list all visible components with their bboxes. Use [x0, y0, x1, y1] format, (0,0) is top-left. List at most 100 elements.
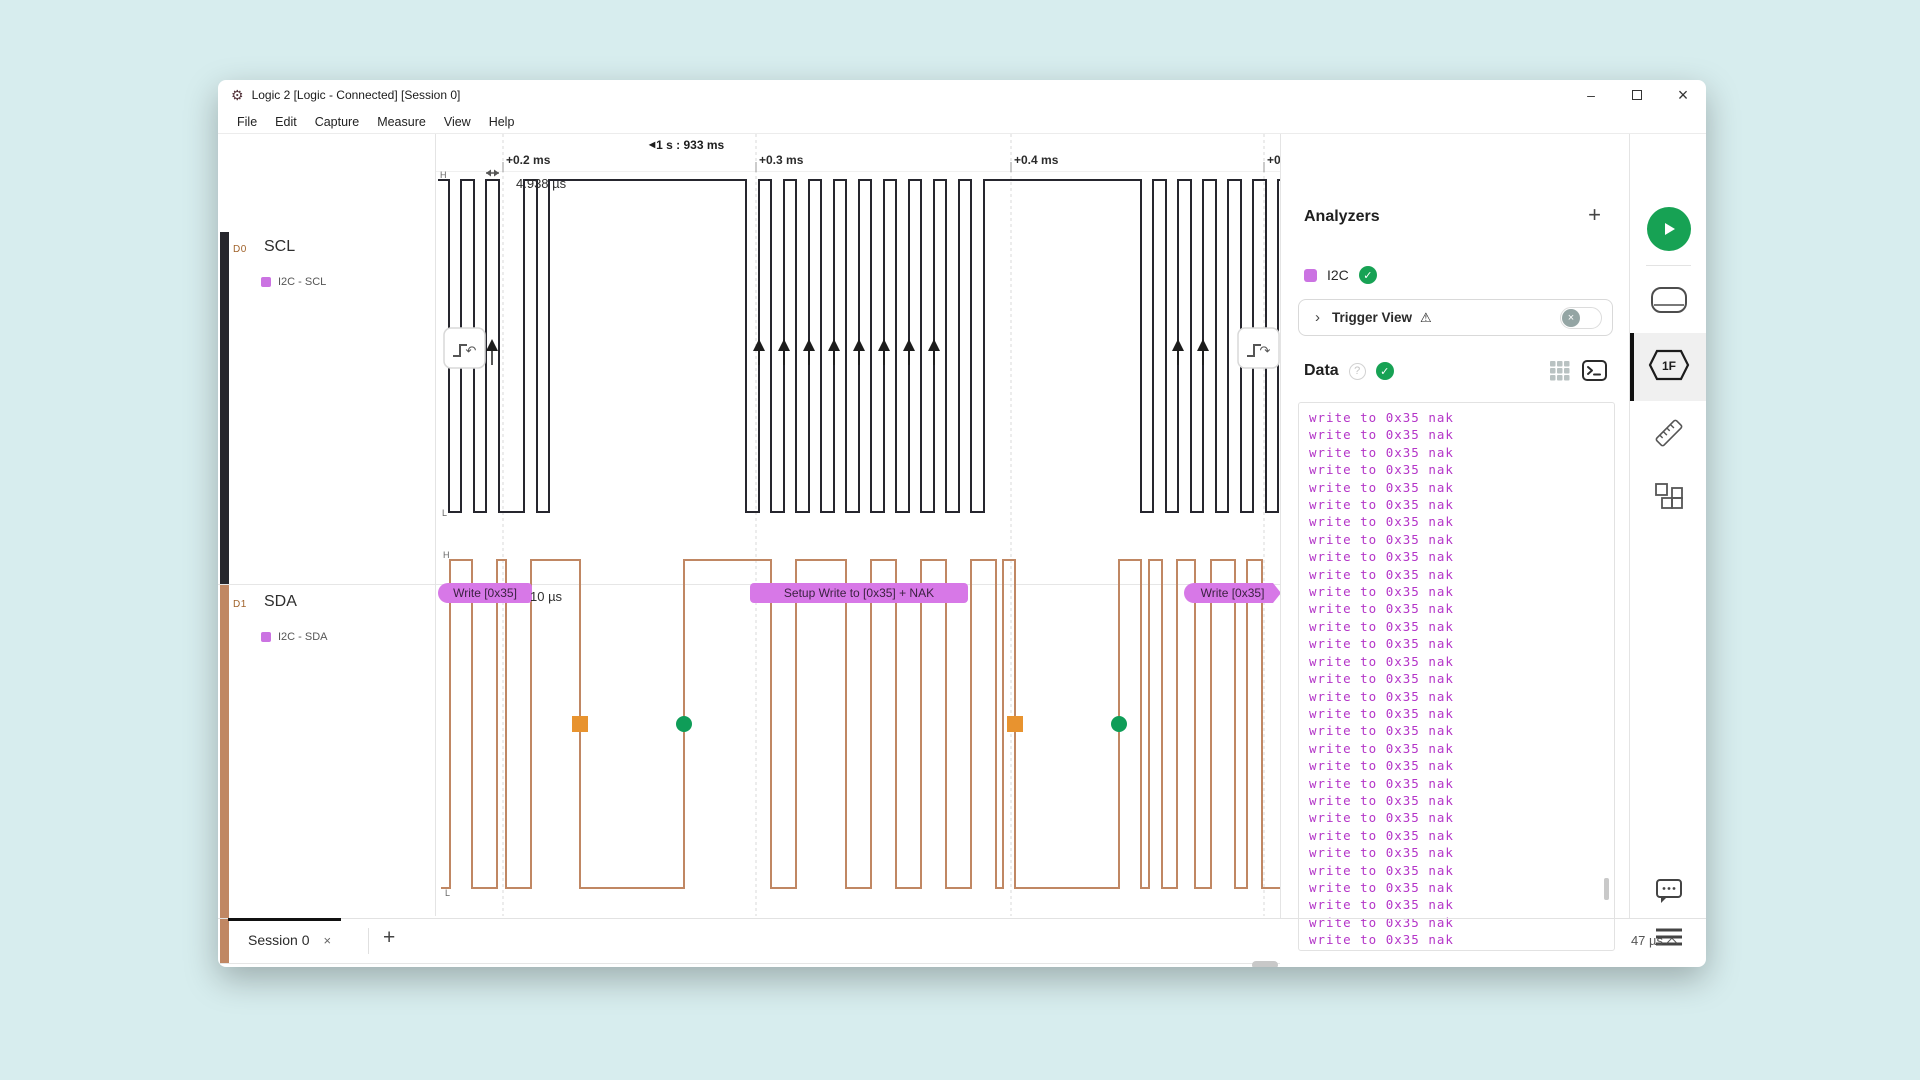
close-tab-icon[interactable]: × — [323, 933, 331, 948]
device-icon[interactable] — [1650, 284, 1688, 314]
channel-labels-column: D0 SCL I2C - SCL D1 SDA I2C - SDA — [218, 134, 435, 918]
warning-icon: ⚠ — [1420, 310, 1432, 326]
capture-duration-control[interactable]: 47 µs — [1631, 933, 1678, 948]
menu-item-edit[interactable]: Edit — [266, 115, 306, 129]
analyzer-color-icon — [1304, 269, 1317, 282]
data-row: write to 0x35 nak — [1309, 705, 1614, 722]
main-content: D0 SCL I2C - SCL D1 SDA I2C - SDA ‹ — [218, 134, 1706, 918]
session-tab-bar: Session 0 × + 47 µs — [218, 918, 1706, 967]
feedback-chat-icon[interactable] — [1653, 876, 1685, 906]
clock-edge-arrow-icon — [853, 339, 865, 351]
menu-item-capture[interactable]: Capture — [306, 115, 368, 129]
data-row: write to 0x35 nak — [1309, 809, 1614, 826]
data-row: write to 0x35 nak — [1309, 618, 1614, 635]
table-view-icon[interactable] — [1550, 361, 1570, 381]
analyzer-color-icon — [261, 632, 271, 642]
data-row: write to 0x35 nak — [1309, 653, 1614, 670]
active-tab-indicator — [228, 918, 341, 921]
data-row: write to 0x35 nak — [1309, 670, 1614, 687]
data-row: write to 0x35 nak — [1309, 531, 1614, 548]
trigger-view-row[interactable]: › Trigger View ⚠ × — [1298, 299, 1613, 336]
analyzer-name: I2C — [1327, 267, 1349, 283]
clock-edge-arrow-icon — [486, 339, 498, 351]
data-row: write to 0x35 nak — [1309, 409, 1614, 426]
edge-marker-arrow-icon: ↶ — [466, 343, 477, 358]
channel-name: SCL — [264, 238, 295, 256]
level-label-high: H — [440, 170, 447, 180]
trigger-view-toggle[interactable]: × — [1560, 307, 1602, 329]
analyzer-row-i2c[interactable]: I2C ✓ — [1304, 266, 1377, 284]
menu-item-file[interactable]: File — [228, 115, 266, 129]
clock-edge-arrow-icon — [1197, 339, 1209, 351]
check-circle-icon: ✓ — [1376, 362, 1394, 380]
protocol-annotation-bubble: Write [0x35] — [1184, 583, 1280, 603]
extensions-icon[interactable] — [1653, 481, 1685, 513]
data-row: write to 0x35 nak — [1309, 548, 1614, 565]
chevron-right-icon[interactable]: › — [1315, 309, 1320, 326]
menu-item-help[interactable]: Help — [480, 115, 524, 129]
stop-condition-marker — [572, 716, 588, 732]
add-analyzer-button[interactable]: + — [1588, 202, 1601, 228]
sda-trace — [441, 560, 1280, 888]
edge-marker-box — [444, 328, 485, 368]
tool-rail: 1F — [1629, 134, 1706, 918]
start-condition-marker — [676, 716, 692, 732]
data-row: write to 0x35 nak — [1309, 775, 1614, 792]
data-row: write to 0x35 nak — [1309, 879, 1614, 896]
data-row: write to 0x35 nak — [1309, 688, 1614, 705]
session-tab-label: Session 0 — [248, 932, 309, 948]
clock-edge-arrow-icon — [803, 339, 815, 351]
maximize-button[interactable] — [1614, 80, 1660, 110]
channel-id: D1 — [233, 599, 247, 610]
check-circle-icon: ✓ — [1359, 266, 1377, 284]
play-button[interactable] — [1647, 207, 1691, 251]
data-row: write to 0x35 nak — [1309, 583, 1614, 600]
measurement-label: 4.938 µs — [516, 176, 566, 191]
session-tab[interactable]: Session 0 × — [248, 932, 331, 948]
menu-item-measure[interactable]: Measure — [368, 115, 435, 129]
terminal-view-icon[interactable] — [1582, 360, 1607, 381]
trigger-view-label: Trigger View — [1332, 310, 1412, 325]
data-scrollbar-thumb[interactable] — [1604, 878, 1609, 900]
edge-marker-box — [1238, 328, 1279, 368]
channel-color-rail-scl — [220, 232, 229, 584]
measure-arrow-right — [494, 170, 499, 177]
data-row: write to 0x35 nak — [1309, 722, 1614, 739]
help-icon[interactable]: ? — [1349, 363, 1366, 380]
measurements-ruler-icon[interactable] — [1652, 416, 1686, 450]
minimize-button[interactable]: – — [1568, 80, 1614, 110]
start-condition-marker — [1111, 716, 1127, 732]
waveform-canvas[interactable]: HLHL↶↷ Duty: 49.38 % Freq: 100 kHz width… — [435, 134, 1280, 916]
channel-name: SDA — [264, 593, 297, 611]
data-row: write to 0x35 nak — [1309, 600, 1614, 617]
new-session-button[interactable]: + — [383, 926, 395, 950]
data-results-list[interactable]: write to 0x35 nakwrite to 0x35 nakwrite … — [1298, 402, 1615, 951]
menu-bar: FileEditCaptureMeasureViewHelp — [218, 110, 1706, 134]
analyzers-panel: Analyzers + I2C ✓ › Trigger View ⚠ × Dat… — [1280, 134, 1629, 918]
title-bar[interactable]: ⚙ Logic 2 [Logic - Connected] [Session 0… — [218, 80, 1706, 110]
tab-divider — [368, 928, 369, 954]
clock-edge-arrow-icon — [753, 339, 765, 351]
clock-edge-arrow-icon — [1172, 339, 1184, 351]
svg-text:1F: 1F — [1661, 359, 1675, 373]
data-row: write to 0x35 nak — [1309, 461, 1614, 478]
measure-arrow-left — [486, 170, 491, 177]
protocol-annotation-bubble: Setup Write to [0x35] + NAK — [750, 583, 968, 603]
app-logo-icon: ⚙ — [231, 88, 244, 102]
close-button[interactable]: × — [1660, 80, 1706, 110]
stop-condition-marker — [1007, 716, 1023, 732]
clock-edge-arrow-icon — [828, 339, 840, 351]
app-window: ⚙ Logic 2 [Logic - Connected] [Session 0… — [218, 80, 1706, 967]
analyzer-color-icon — [261, 277, 271, 287]
toggle-knob-x-icon: × — [1562, 309, 1580, 327]
data-row: write to 0x35 nak — [1309, 444, 1614, 461]
data-row: write to 0x35 nak — [1309, 827, 1614, 844]
level-label-low: L — [442, 508, 447, 518]
clock-edge-arrow-icon — [778, 339, 790, 351]
window-title: Logic 2 [Logic - Connected] [Session 0] — [252, 88, 461, 102]
menu-item-view[interactable]: View — [435, 115, 480, 129]
data-row: write to 0x35 nak — [1309, 426, 1614, 443]
device-id-hex-icon[interactable]: 1F — [1647, 348, 1691, 382]
edge-marker-arrow-icon: ↷ — [1260, 343, 1271, 358]
data-panel-title: Data — [1304, 362, 1339, 380]
